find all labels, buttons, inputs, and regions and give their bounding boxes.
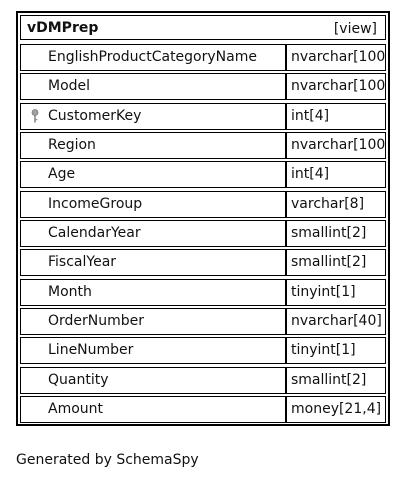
column-row[interactable]: CalendarYear smallint[2] <box>20 219 386 248</box>
column-row[interactable]: Region nvarchar[100] <box>20 131 386 160</box>
column-type: int[4] <box>286 161 386 189</box>
column-name[interactable]: Amount <box>20 396 286 424</box>
column-type: nvarchar[100] <box>286 73 386 101</box>
key-icon <box>31 108 39 123</box>
column-type: money[21,4] <box>286 396 386 424</box>
footer-text: Generated by SchemaSpy <box>16 452 199 468</box>
column-row[interactable]: Model nvarchar[100] <box>20 72 386 101</box>
column-type: smallint[2] <box>286 366 386 394</box>
column-name[interactable]: Model <box>20 73 286 101</box>
column-row[interactable]: IncomeGroup varchar[8] <box>20 190 386 219</box>
column-type: nvarchar[100] <box>286 44 386 71</box>
column-row[interactable]: LineNumber tinyint[1] <box>20 336 386 365</box>
column-name[interactable]: FiscalYear <box>20 249 286 277</box>
column-list: EnglishProductCategoryName nvarchar[100] M… <box>20 43 386 424</box>
column-row[interactable]: Amount money[21,4] <box>20 395 386 424</box>
column-name[interactable]: CustomerKey <box>20 102 286 130</box>
table-header[interactable]: vDMPrep [view] <box>20 15 386 40</box>
column-name[interactable]: IncomeGroup <box>20 190 286 218</box>
column-name[interactable]: OrderNumber <box>20 308 286 336</box>
column-name[interactable]: Region <box>20 132 286 160</box>
column-type: tinyint[1] <box>286 278 386 306</box>
schema-table: vDMPrep [view] EnglishProductCategoryNam… <box>16 11 390 426</box>
column-name[interactable]: EnglishProductCategoryName <box>20 44 286 71</box>
column-type: int[4] <box>286 102 386 130</box>
table-name[interactable]: vDMPrep <box>27 20 98 36</box>
table-kind: [view] <box>333 21 377 37</box>
column-row[interactable]: CustomerKey int[4] <box>20 102 386 131</box>
column-row[interactable]: FiscalYear smallint[2] <box>20 248 386 277</box>
column-type: tinyint[1] <box>286 337 386 365</box>
column-row[interactable]: OrderNumber nvarchar[40] <box>20 307 386 336</box>
column-type: nvarchar[100] <box>286 132 386 160</box>
column-name[interactable]: Age <box>20 161 286 189</box>
column-name[interactable]: LineNumber <box>20 337 286 365</box>
column-name[interactable]: CalendarYear <box>20 220 286 248</box>
column-type: varchar[8] <box>286 190 386 218</box>
column-row[interactable]: EnglishProductCategoryName nvarchar[100] <box>20 43 386 72</box>
column-name[interactable]: Month <box>20 278 286 306</box>
column-type: smallint[2] <box>286 249 386 277</box>
column-name[interactable]: Quantity <box>20 366 286 394</box>
column-row[interactable]: Age int[4] <box>20 160 386 189</box>
column-row[interactable]: Month tinyint[1] <box>20 278 386 307</box>
column-row[interactable]: Quantity smallint[2] <box>20 366 386 395</box>
column-type: smallint[2] <box>286 220 386 248</box>
column-type: nvarchar[40] <box>286 308 386 336</box>
